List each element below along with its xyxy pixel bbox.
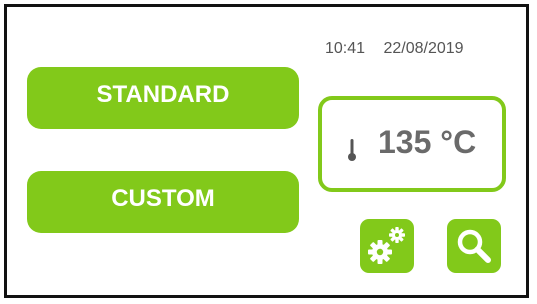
custom-button-label: CUSTOM [111,185,215,212]
settings-button[interactable] [360,219,414,273]
custom-button[interactable]: CUSTOM [27,171,299,233]
clock-date: 22/08/2019 [383,40,464,57]
touch-screen: 10:41 22/08/2019 STANDARD CUSTOM 135 °C [4,4,529,298]
search-button[interactable] [447,219,501,273]
standard-button[interactable]: STANDARD [27,67,299,129]
thermometer-icon [347,138,357,167]
magnifier-icon [457,229,491,263]
clock-time: 10:41 [325,40,366,57]
gears-icon [368,227,405,264]
temperature-value: 135 °C [378,124,477,160]
status-datetime: 10:41 22/08/2019 [325,40,464,58]
temperature-display: 135 °C [318,96,506,192]
standard-button-label: STANDARD [96,81,230,108]
